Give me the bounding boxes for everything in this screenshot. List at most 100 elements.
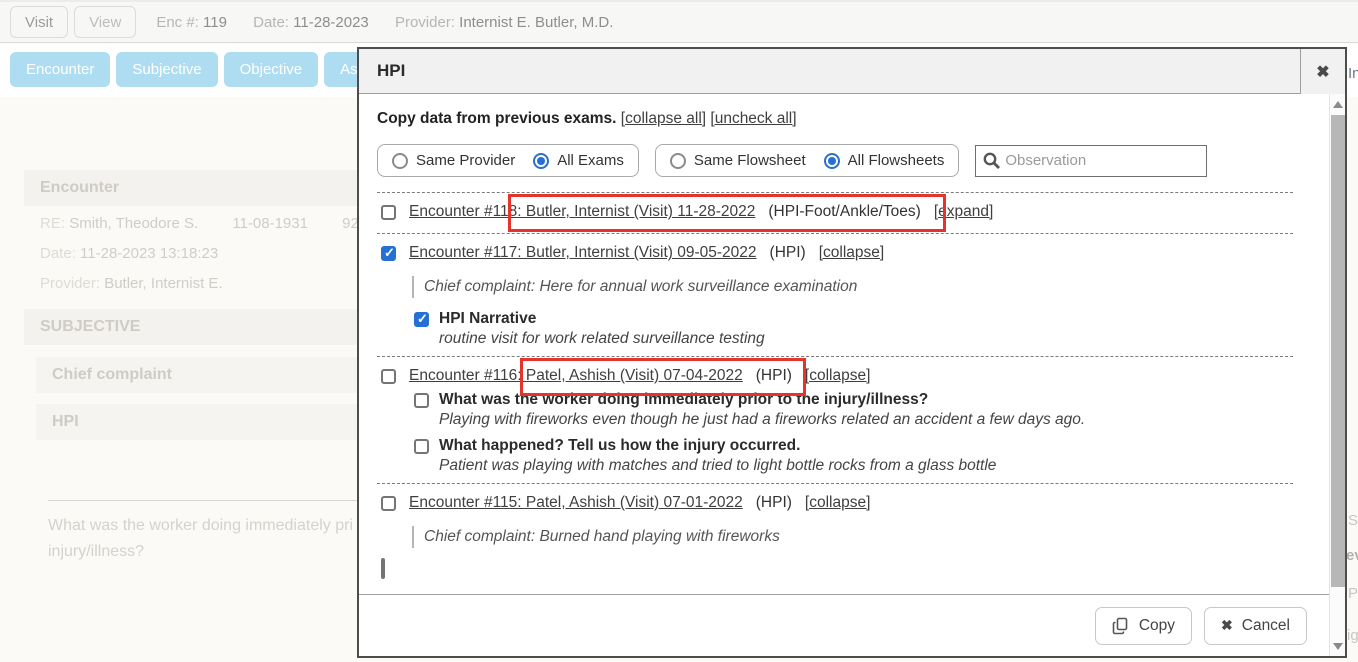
- checkbox[interactable]: [381, 205, 396, 220]
- encounter-section-header: Encounter: [24, 170, 360, 206]
- search-icon: [982, 151, 1001, 170]
- quote-bar: [412, 526, 414, 548]
- tab-encounter[interactable]: Encounter: [10, 52, 110, 87]
- checkbox[interactable]: [414, 393, 429, 408]
- radio-icon[interactable]: [533, 153, 549, 169]
- observation-title: HPI Narrative: [439, 310, 765, 328]
- close-icon[interactable]: ✖: [1300, 49, 1345, 94]
- partially-visible-row: [381, 560, 1293, 578]
- radio-same-provider-label: Same Provider: [416, 152, 515, 169]
- radio-all-exams-label: All Exams: [557, 152, 624, 169]
- copy-button-label: Copy: [1139, 617, 1175, 635]
- collapse-link[interactable]: [collapse]: [819, 244, 884, 262]
- dashed-separator: [377, 192, 1293, 193]
- provider-label: Provider:: [40, 275, 100, 292]
- radio-same-flowsheet-label: Same Flowsheet: [694, 152, 806, 169]
- encounter-suffix: (HPI): [756, 494, 792, 512]
- radio-same-provider[interactable]: Same Provider: [392, 152, 515, 169]
- encounter-link[interactable]: Encounter #118: Butler, Internist (Visit…: [409, 203, 755, 221]
- radio-all-flowsheets[interactable]: All Flowsheets: [824, 152, 945, 169]
- dialog-header: HPI ✖: [359, 49, 1345, 94]
- tab-objective[interactable]: Objective: [224, 52, 319, 87]
- observation-item: What happened? Tell us how the injury oc…: [414, 437, 1293, 475]
- checkbox[interactable]: [414, 439, 429, 454]
- scroll-up-icon[interactable]: [1330, 96, 1346, 112]
- view-button[interactable]: View: [74, 6, 136, 38]
- checkbox[interactable]: [414, 312, 429, 327]
- checkbox[interactable]: [381, 496, 396, 511]
- visit-button[interactable]: Visit: [10, 6, 68, 38]
- enc-date-label: Date:: [253, 14, 289, 31]
- page: Visit View Enc #: 119 Date: 11-28-2023 P…: [0, 0, 1358, 662]
- dialog-title: HPI: [359, 61, 405, 81]
- observation-item: What was the worker doing immediately pr…: [414, 391, 1293, 429]
- observation-title: What was the worker doing immediately pr…: [439, 391, 1085, 409]
- cancel-x-icon: ✖: [1221, 617, 1233, 634]
- dialog-scrollbar[interactable]: [1329, 94, 1345, 656]
- right-edge-fragment: S: [1348, 512, 1358, 529]
- provider-value: Butler, Internist E.: [104, 275, 222, 292]
- chief-complaint-section-header: Chief complaint: [36, 357, 360, 393]
- radio-icon[interactable]: [392, 153, 408, 169]
- scrollbar-thumb[interactable]: [1331, 115, 1345, 587]
- provider-filter-group: Same Provider All Exams: [377, 144, 639, 177]
- divider: [48, 500, 357, 501]
- patient-name: Smith, Theodore S.: [69, 215, 198, 232]
- date-label: Date:: [40, 245, 76, 262]
- tab-subjective[interactable]: Subjective: [116, 52, 217, 87]
- copy-icon: [1112, 617, 1130, 635]
- dashed-separator: [377, 233, 1293, 234]
- collapse-link[interactable]: [collapse]: [805, 367, 870, 385]
- encounter-link[interactable]: Encounter #116: Patel, Ashish (Visit) 07…: [409, 367, 743, 385]
- encounter-row-116: Encounter #116: Patel, Ashish (Visit) 07…: [377, 367, 1293, 385]
- cancel-button[interactable]: ✖ Cancel: [1204, 607, 1307, 645]
- copy-button[interactable]: Copy: [1095, 607, 1192, 645]
- dialog-body: Copy data from previous exams. [collapse…: [359, 94, 1329, 656]
- observation-item: HPI Narrative routine visit for work rel…: [414, 310, 1293, 348]
- collapse-link[interactable]: [collapse]: [805, 494, 870, 512]
- encounter-link[interactable]: Encounter #117: Butler, Internist (Visit…: [409, 244, 757, 262]
- background-question-line1: What was the worker doing immediately pr…: [48, 517, 353, 535]
- uncheck-all-link[interactable]: [uncheck all]: [710, 110, 796, 127]
- collapse-all-link[interactable]: [collapse all]: [621, 110, 706, 127]
- enc-provider-value: Internist E. Butler, M.D.: [459, 14, 613, 31]
- right-edge-fragment: In: [1348, 65, 1358, 82]
- checkbox[interactable]: [381, 246, 396, 261]
- radio-all-flowsheets-label: All Flowsheets: [848, 152, 945, 169]
- cancel-button-label: Cancel: [1242, 617, 1290, 635]
- radio-same-flowsheet[interactable]: Same Flowsheet: [670, 152, 806, 169]
- encounter-row-115: Encounter #115: Patel, Ashish (Visit) 07…: [377, 494, 1293, 512]
- chief-complaint-text: Chief complaint: Here for annual work su…: [424, 276, 857, 298]
- enc-date-value: 11-28-2023: [293, 14, 369, 31]
- checkbox[interactable]: [381, 369, 396, 384]
- quote-bar: [412, 276, 414, 298]
- observation-title: What happened? Tell us how the injury oc…: [439, 437, 996, 455]
- patient-dob: 11-08-1931: [232, 215, 308, 232]
- chief-complaint-quote: Chief complaint: Here for annual work su…: [412, 276, 1293, 298]
- observation-search-box: [975, 145, 1207, 177]
- checkbox[interactable]: [381, 558, 385, 579]
- encounter-link[interactable]: Encounter #115: Patel, Ashish (Visit) 07…: [409, 494, 743, 512]
- encounter-suffix: (HPI): [770, 244, 806, 262]
- background-question-line2: injury/illness?: [48, 543, 144, 561]
- encounter-provider-line: Provider: Butler, Internist E.: [40, 275, 223, 292]
- patient-re-line: RE: Smith, Theodore S. 11-08-1931 92 y: [40, 215, 370, 232]
- radio-all-exams[interactable]: All Exams: [533, 152, 624, 169]
- copy-data-heading-text: Copy data from previous exams.: [377, 110, 616, 127]
- dashed-separator: [377, 483, 1293, 484]
- chief-complaint-text: Chief complaint: Burned hand playing wit…: [424, 526, 780, 548]
- radio-icon[interactable]: [670, 153, 686, 169]
- date-value: 11-28-2023 13:18:23: [80, 245, 218, 262]
- encounter-info: Enc #: 119 Date: 11-28-2023 Provider: In…: [156, 14, 613, 31]
- re-label: RE:: [40, 215, 65, 232]
- radio-icon[interactable]: [824, 153, 840, 169]
- filter-row: Same Provider All Exams Same Flowsheet A…: [377, 144, 1293, 177]
- encounter-row-117: Encounter #117: Butler, Internist (Visit…: [377, 244, 1293, 262]
- scroll-down-icon[interactable]: [1330, 638, 1346, 654]
- copy-data-heading: Copy data from previous exams. [collapse…: [377, 110, 1293, 128]
- expand-link[interactable]: [expand]: [934, 203, 993, 221]
- search-input[interactable]: [1005, 152, 1200, 169]
- observation-note: routine visit for work related surveilla…: [439, 330, 765, 348]
- right-edge-fragment: ig: [1347, 627, 1358, 644]
- encounter-suffix: (HPI): [756, 367, 792, 385]
